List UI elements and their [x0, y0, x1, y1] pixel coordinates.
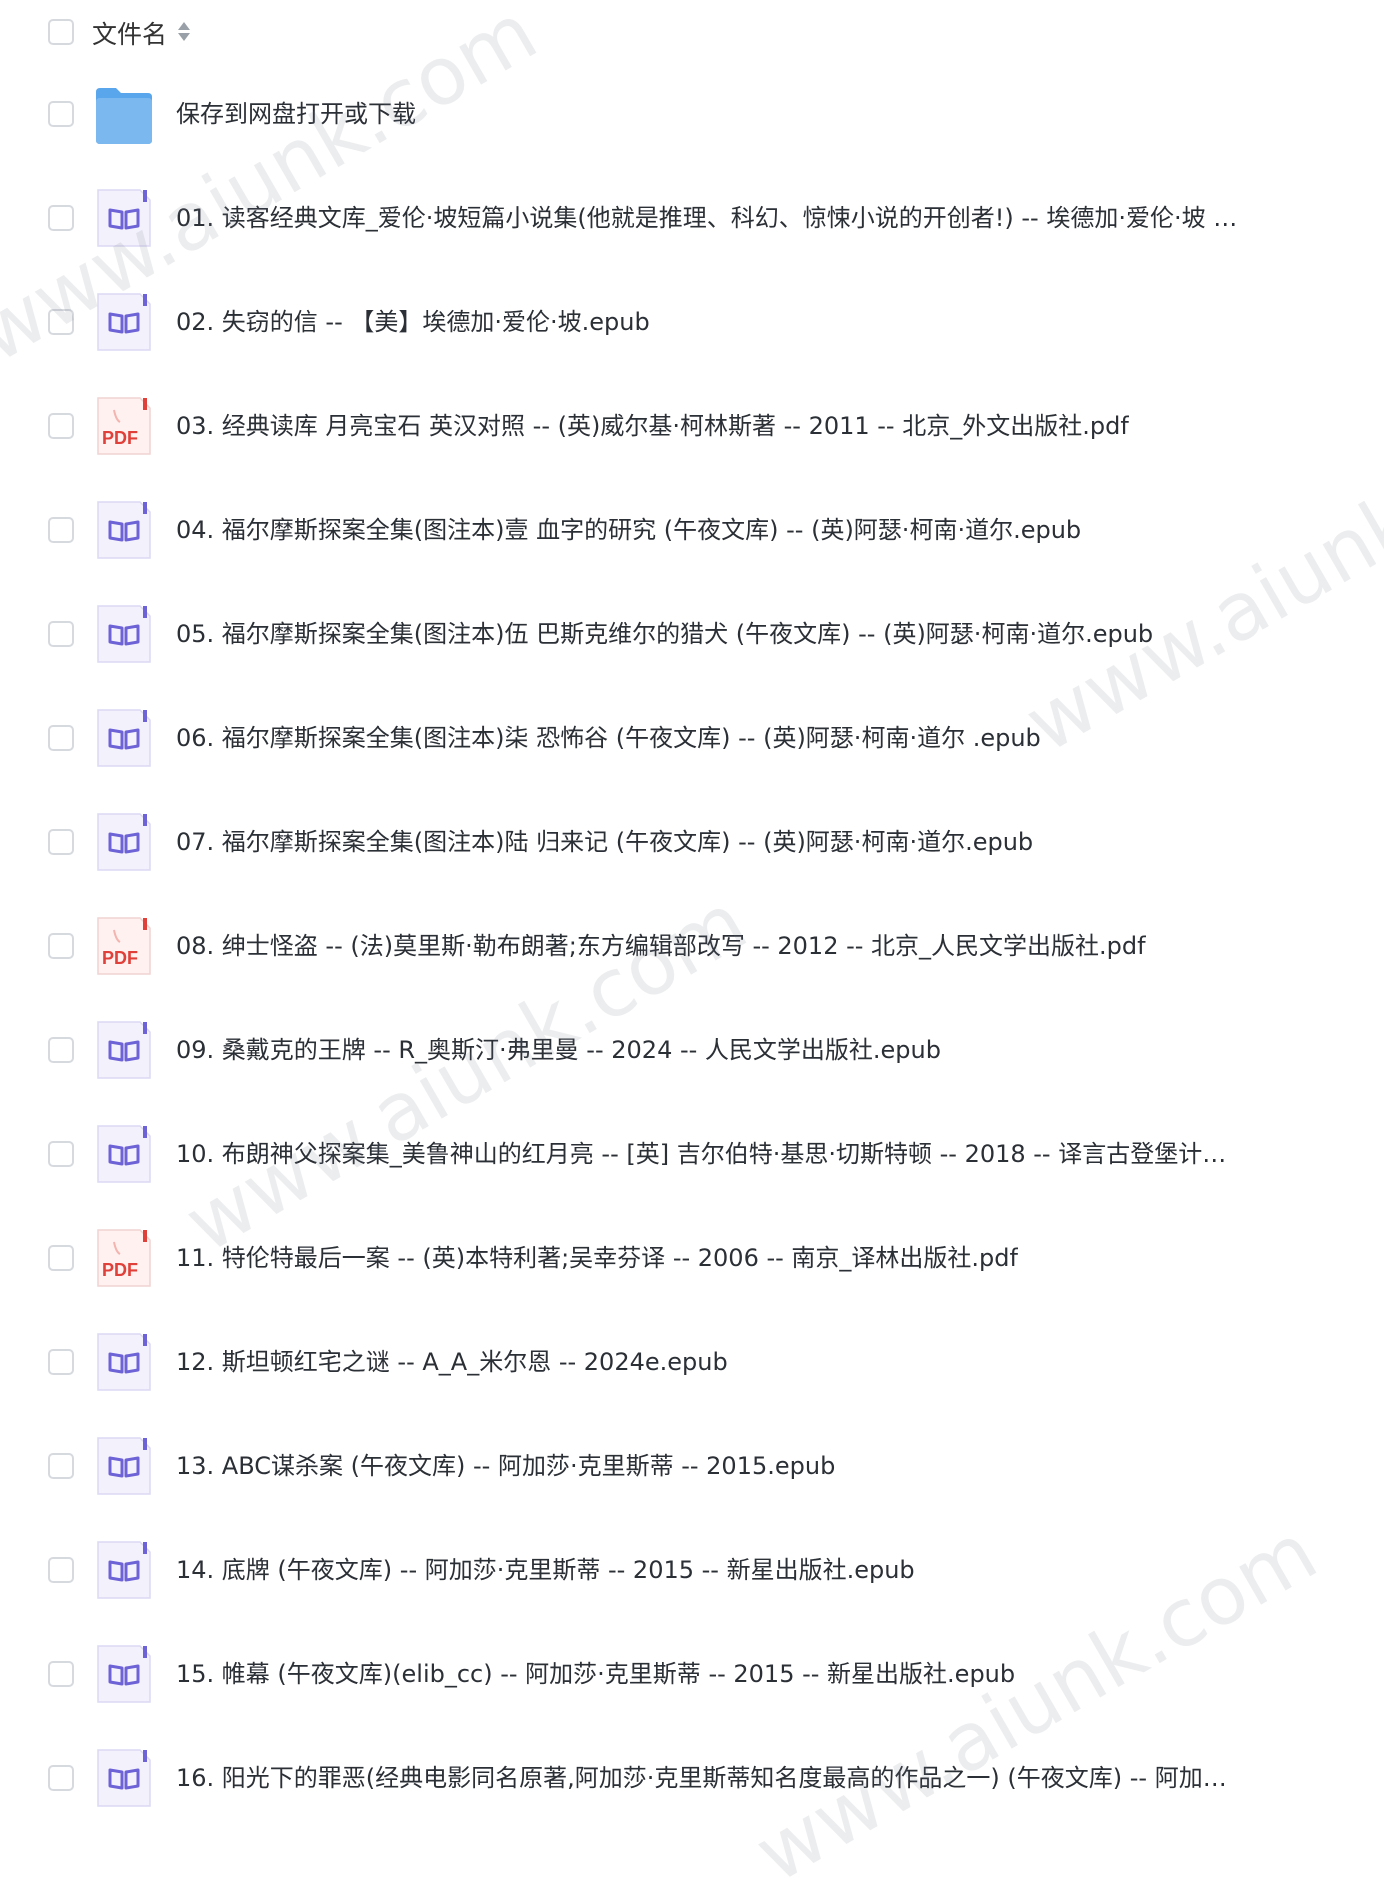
file-row[interactable]: PDF 03. 经典读库 月亮宝石 英汉对照 -- (英)威尔基·柯林斯著 -- …	[0, 374, 1384, 478]
epub-icon	[96, 500, 152, 560]
file-row[interactable]: PDF 08. 绅士怪盗 -- (法)莫里斯·勒布朗著;东方编辑部改写 -- 20…	[0, 894, 1384, 998]
row-checkbox[interactable]	[48, 1037, 74, 1063]
epub-icon	[96, 1124, 152, 1184]
file-name[interactable]: 10. 布朗神父探案集_美鲁神山的红月亮 -- [英] 吉尔伯特·基思·切斯特顿…	[176, 1138, 1241, 1170]
file-row[interactable]: 14. 底牌 (午夜文库) -- 阿加莎·克里斯蒂 -- 2015 -- 新星出…	[0, 1518, 1384, 1622]
row-checkbox[interactable]	[48, 1349, 74, 1375]
folder-row[interactable]: 保存到网盘打开或下载	[0, 62, 1384, 166]
row-checkbox[interactable]	[48, 1453, 74, 1479]
row-checkbox[interactable]	[48, 205, 74, 231]
file-name[interactable]: 14. 底牌 (午夜文库) -- 阿加莎·克里斯蒂 -- 2015 -- 新星出…	[176, 1554, 915, 1586]
row-checkbox[interactable]	[48, 933, 74, 959]
file-name[interactable]: 06. 福尔摩斯探案全集(图注本)柒 恐怖谷 (午夜文库) -- (英)阿瑟·柯…	[176, 722, 1041, 754]
epub-icon	[96, 812, 152, 872]
row-checkbox[interactable]	[48, 1557, 74, 1583]
row-checkbox[interactable]	[48, 1141, 74, 1167]
file-row[interactable]: 06. 福尔摩斯探案全集(图注本)柒 恐怖谷 (午夜文库) -- (英)阿瑟·柯…	[0, 686, 1384, 790]
epub-icon	[96, 1436, 152, 1496]
folder-name[interactable]: 保存到网盘打开或下载	[176, 98, 416, 130]
file-name[interactable]: 08. 绅士怪盗 -- (法)莫里斯·勒布朗著;东方编辑部改写 -- 2012 …	[176, 930, 1146, 962]
file-row[interactable]: 15. 帷幕 (午夜文库)(elib_cc) -- 阿加莎·克里斯蒂 -- 20…	[0, 1622, 1384, 1726]
row-checkbox[interactable]	[48, 101, 74, 127]
row-checkbox[interactable]	[48, 413, 74, 439]
file-name[interactable]: 12. 斯坦顿红宅之谜 -- A_A_米尔恩 -- 2024e.epub	[176, 1346, 728, 1378]
file-name[interactable]: 02. 失窃的信 -- 【美】埃德加·爱伦·坡.epub	[176, 306, 650, 338]
file-row[interactable]: 07. 福尔摩斯探案全集(图注本)陆 归来记 (午夜文库) -- (英)阿瑟·柯…	[0, 790, 1384, 894]
file-row[interactable]: 10. 布朗神父探案集_美鲁神山的红月亮 -- [英] 吉尔伯特·基思·切斯特顿…	[0, 1102, 1384, 1206]
file-row[interactable]: 02. 失窃的信 -- 【美】埃德加·爱伦·坡.epub	[0, 270, 1384, 374]
row-checkbox[interactable]	[48, 1661, 74, 1687]
file-name[interactable]: 07. 福尔摩斯探案全集(图注本)陆 归来记 (午夜文库) -- (英)阿瑟·柯…	[176, 826, 1033, 858]
row-checkbox[interactable]	[48, 829, 74, 855]
epub-icon	[96, 1332, 152, 1392]
file-row[interactable]: 01. 读客经典文库_爱伦·坡短篇小说集(他就是推理、科幻、惊悚小说的开创者!)…	[0, 166, 1384, 270]
file-row[interactable]: 05. 福尔摩斯探案全集(图注本)伍 巴斯克维尔的猎犬 (午夜文库) -- (英…	[0, 582, 1384, 686]
file-row[interactable]: 16. 阳光下的罪恶(经典电影同名原著,阿加莎·克里斯蒂知名度最高的作品之一) …	[0, 1726, 1384, 1830]
epub-icon	[96, 1748, 152, 1808]
epub-icon	[96, 1540, 152, 1600]
epub-icon	[96, 604, 152, 664]
epub-icon	[96, 1644, 152, 1704]
file-row[interactable]: 09. 桑戴克的王牌 -- R_奥斯汀·弗里曼 -- 2024 -- 人民文学出…	[0, 998, 1384, 1102]
file-row[interactable]: 12. 斯坦顿红宅之谜 -- A_A_米尔恩 -- 2024e.epub	[0, 1310, 1384, 1414]
pdf-icon: PDF	[96, 396, 152, 456]
file-name[interactable]: 04. 福尔摩斯探案全集(图注本)壹 血字的研究 (午夜文库) -- (英)阿瑟…	[176, 514, 1081, 546]
file-name[interactable]: 03. 经典读库 月亮宝石 英汉对照 -- (英)威尔基·柯林斯著 -- 201…	[176, 410, 1129, 442]
row-checkbox[interactable]	[48, 309, 74, 335]
row-checkbox[interactable]	[48, 1245, 74, 1271]
epub-icon	[96, 292, 152, 352]
file-row[interactable]: 13. ABC谋杀案 (午夜文库) -- 阿加莎·克里斯蒂 -- 2015.ep…	[0, 1414, 1384, 1518]
epub-icon	[96, 188, 152, 248]
pdf-icon: PDF	[96, 916, 152, 976]
row-checkbox[interactable]	[48, 517, 74, 543]
row-checkbox[interactable]	[48, 1765, 74, 1791]
file-name[interactable]: 09. 桑戴克的王牌 -- R_奥斯汀·弗里曼 -- 2024 -- 人民文学出…	[176, 1034, 941, 1066]
svg-text:PDF: PDF	[102, 1260, 138, 1280]
file-row[interactable]: 04. 福尔摩斯探案全集(图注本)壹 血字的研究 (午夜文库) -- (英)阿瑟…	[0, 478, 1384, 582]
file-name[interactable]: 15. 帷幕 (午夜文库)(elib_cc) -- 阿加莎·克里斯蒂 -- 20…	[176, 1658, 1015, 1690]
file-name[interactable]: 13. ABC谋杀案 (午夜文库) -- 阿加莎·克里斯蒂 -- 2015.ep…	[176, 1450, 835, 1482]
svg-text:PDF: PDF	[102, 428, 138, 448]
row-checkbox[interactable]	[48, 725, 74, 751]
svg-text:PDF: PDF	[102, 948, 138, 968]
file-name[interactable]: 16. 阳光下的罪恶(经典电影同名原著,阿加莎·克里斯蒂知名度最高的作品之一) …	[176, 1762, 1241, 1794]
row-checkbox[interactable]	[48, 621, 74, 647]
file-name[interactable]: 05. 福尔摩斯探案全集(图注本)伍 巴斯克维尔的猎犬 (午夜文库) -- (英…	[176, 618, 1153, 650]
file-row[interactable]: PDF 11. 特伦特最后一案 -- (英)本特利著;吴幸芬译 -- 2006 -…	[0, 1206, 1384, 1310]
file-name[interactable]: 01. 读客经典文库_爱伦·坡短篇小说集(他就是推理、科幻、惊悚小说的开创者!)…	[176, 202, 1241, 234]
file-name[interactable]: 11. 特伦特最后一案 -- (英)本特利著;吴幸芬译 -- 2006 -- 南…	[176, 1242, 1018, 1274]
file-list: 保存到网盘打开或下载 01. 读客经典文库_爱伦·坡短篇小说集(他就是推理、科幻、…	[0, 0, 1384, 1807]
folder-icon	[96, 84, 152, 144]
epub-icon	[96, 1020, 152, 1080]
pdf-icon: PDF	[96, 1228, 152, 1288]
epub-icon	[96, 708, 152, 768]
